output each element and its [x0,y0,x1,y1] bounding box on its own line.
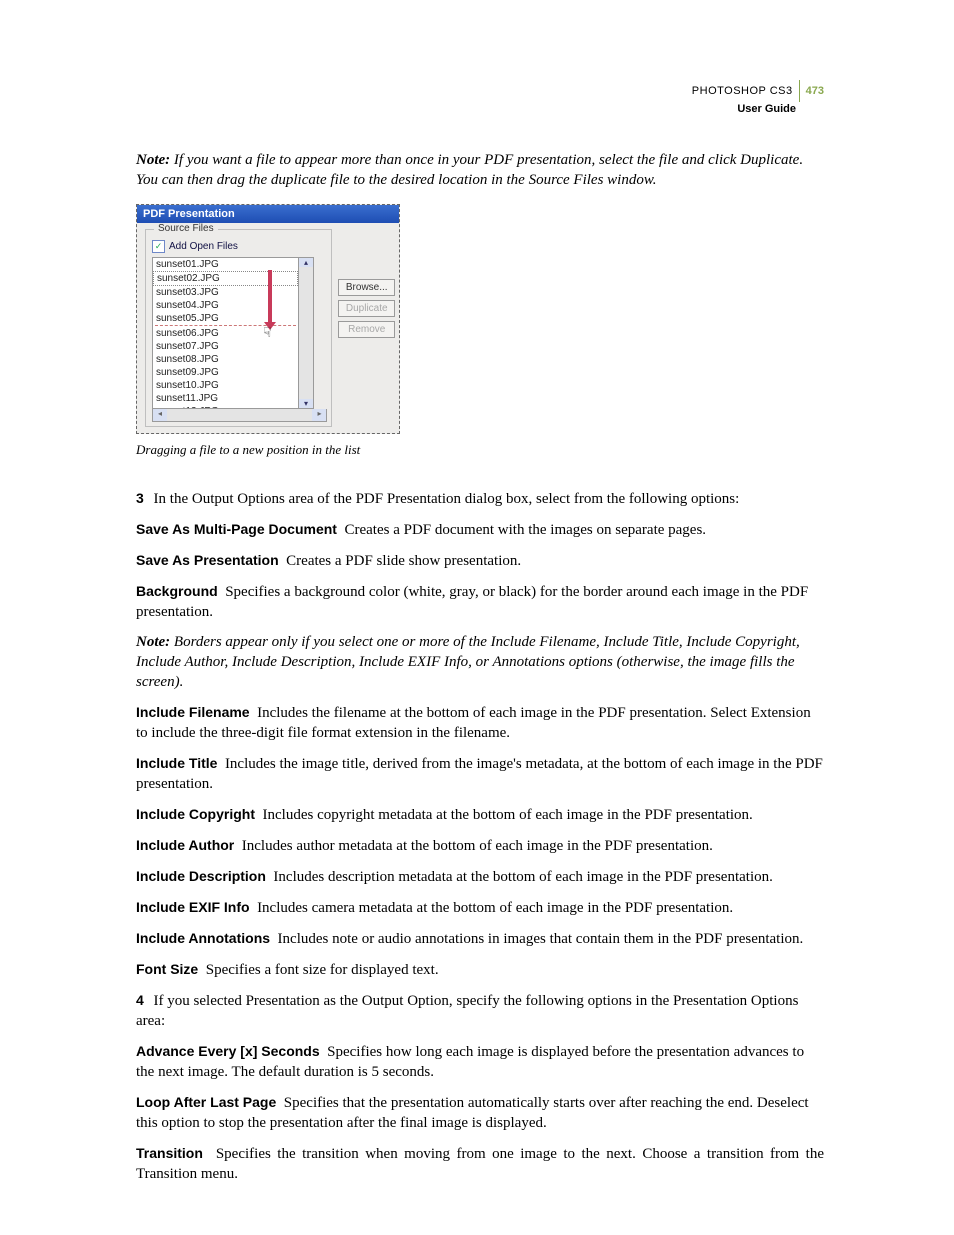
step-3: 3 In the Output Options area of the PDF … [136,488,824,509]
term: Loop After Last Page [136,1094,276,1110]
scroll-down-icon[interactable]: ▾ [299,399,313,408]
definition: Includes copyright metadata at the botto… [263,807,753,823]
definition: Creates a PDF slide show presentation. [286,553,521,569]
list-item[interactable]: sunset01.JPG [153,258,298,271]
definition: Specifies the transition when moving fro… [136,1146,824,1182]
option-save-multi: Save As Multi-Page Document Creates a PD… [136,519,824,540]
figure-caption: Dragging a file to a new position in the… [136,440,824,460]
list-item[interactable]: sunset07.JPG [153,340,298,353]
page-header: PHOTOSHOP CS3 473 User Guide [692,80,824,116]
step-number: 3 [136,490,144,506]
option-loop: Loop After Last Page Specifies that the … [136,1092,824,1133]
pdf-presentation-dialog: PDF Presentation Source Files ✓ Add Open… [136,204,400,434]
step-text: If you selected Presentation as the Outp… [136,993,798,1029]
definition: Includes the image title, derived from t… [136,756,823,792]
term: Include EXIF Info [136,899,250,915]
term: Include Author [136,837,234,853]
scroll-up-icon[interactable]: ▴ [299,258,313,267]
step-number: 4 [136,992,144,1008]
duplicate-button[interactable]: Duplicate [338,300,395,317]
term: Advance Every [x] Seconds [136,1043,320,1059]
source-files-group: Source Files ✓ Add Open Files sunset01.J… [145,229,332,427]
group-legend: Source Files [154,223,218,234]
list-item[interactable]: sunset06.JPG [153,327,298,340]
option-copyright: Include Copyright Includes copyright met… [136,804,824,825]
option-description: Include Description Includes description… [136,866,824,887]
note-text: Borders appear only if you select one or… [136,634,800,690]
list-item[interactable]: sunset11.JPG [153,392,298,405]
list-item[interactable]: sunset02.JPG [153,271,298,286]
term: Include Title [136,755,217,771]
header-guide: User Guide [692,102,824,116]
list-item[interactable]: sunset05.JPG [153,312,298,325]
term: Include Description [136,868,266,884]
list-item[interactable]: sunset03.JPG [153,286,298,299]
definition: Includes note or audio annotations in im… [278,931,804,947]
list-item[interactable]: sunset10.JPG [153,379,298,392]
definition: Specifies a font size for displayed text… [206,962,439,978]
scroll-left-icon[interactable]: ◂ [153,409,167,421]
option-title: Include Title Includes the image title, … [136,753,824,794]
scroll-right-icon[interactable]: ▸ [312,409,326,421]
browse-button[interactable]: Browse... [338,279,395,296]
option-background: Background Specifies a background color … [136,581,824,622]
option-annotations: Include Annotations Includes note or aud… [136,928,824,949]
vertical-scrollbar[interactable]: ▴ ▾ [299,257,314,409]
checkbox-icon: ✓ [152,240,165,253]
step-text: In the Output Options area of the PDF Pr… [154,491,740,507]
note-duplicate: Note: If you want a file to appear more … [136,150,824,190]
add-open-files-checkbox[interactable]: ✓ Add Open Files [152,240,327,253]
option-advance: Advance Every [x] Seconds Specifies how … [136,1041,824,1082]
option-fontsize: Font Size Specifies a font size for disp… [136,959,824,980]
list-item[interactable]: sunset09.JPG [153,366,298,379]
term: Include Filename [136,704,250,720]
term: Background [136,583,218,599]
note-label: Note: [136,634,170,650]
option-author: Include Author Includes author metadata … [136,835,824,856]
definition: Creates a PDF document with the images o… [344,522,706,538]
dialog-titlebar: PDF Presentation [137,205,399,223]
note-borders: Note: Borders appear only if you select … [136,632,824,692]
term: Transition [136,1145,203,1161]
horizontal-scrollbar[interactable]: ◂ ▸ [152,409,327,422]
note-text: If you want a file to appear more than o… [136,152,803,188]
page-content: Note: If you want a file to appear more … [136,150,824,1184]
definition: Includes description metadata at the bot… [273,869,772,885]
term: Save As Presentation [136,552,279,568]
remove-button[interactable]: Remove [338,321,395,338]
definition: Specifies a background color (white, gra… [136,584,808,620]
source-file-list[interactable]: sunset01.JPG sunset02.JPG sunset03.JPG s… [152,257,299,409]
term: Save As Multi-Page Document [136,521,337,537]
list-item[interactable]: sunset08.JPG [153,353,298,366]
term: Font Size [136,961,198,977]
option-save-pres: Save As Presentation Creates a PDF slide… [136,550,824,571]
note-label: Note: [136,152,170,168]
definition: Includes camera metadata at the bottom o… [257,900,733,916]
add-open-files-label: Add Open Files [169,241,238,252]
list-item[interactable]: sunset04.JPG [153,299,298,312]
header-product: PHOTOSHOP CS3 [692,84,793,98]
option-exif: Include EXIF Info Includes camera metada… [136,897,824,918]
step-4: 4 If you selected Presentation as the Ou… [136,990,824,1031]
header-page-number: 473 [806,84,824,98]
header-divider [799,80,800,102]
drag-arrow-icon [268,270,272,324]
term: Include Copyright [136,806,255,822]
option-filename: Include Filename Includes the filename a… [136,702,824,743]
drag-cursor-icon: ☟ [263,324,272,341]
list-item[interactable]: sunset13.JPG [153,405,298,409]
option-transition: Transition Specifies the transition when… [136,1143,824,1184]
definition: Includes author metadata at the bottom o… [242,838,713,854]
term: Include Annotations [136,930,270,946]
